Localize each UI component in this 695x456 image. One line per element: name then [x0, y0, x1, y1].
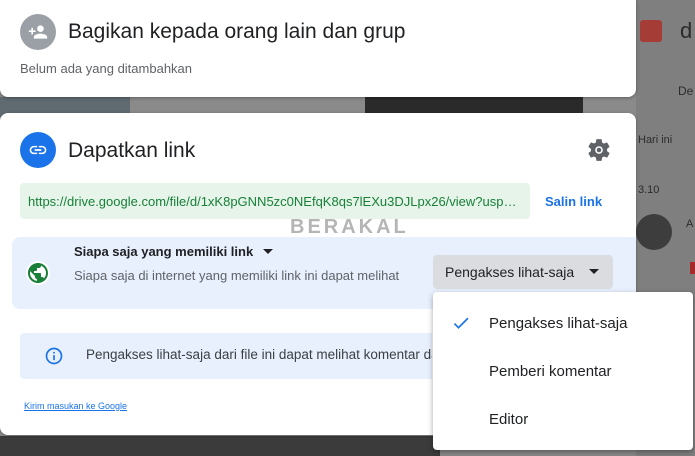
share-subtitle: Belum ada yang ditambahkan — [20, 61, 193, 76]
send-feedback-link[interactable]: Kirim masukan ke Google — [24, 401, 127, 411]
info-banner: Pengakses lihat-saja dari file ini dapat… — [20, 333, 432, 379]
menu-item-editor[interactable]: Editor — [433, 395, 693, 443]
image-file-icon — [640, 20, 662, 42]
background-red-mark — [690, 262, 695, 274]
background-bottom-strip — [0, 436, 440, 456]
copy-link-button[interactable]: Salin link — [545, 194, 602, 209]
link-access-description: Siapa saja di internet yang memiliki lin… — [74, 268, 400, 283]
role-dropdown-button[interactable]: Pengakses lihat-saja — [433, 255, 613, 289]
gear-icon[interactable] — [586, 137, 612, 163]
link-url-text: https://drive.google.com/file/d/1xK8pGNN… — [28, 193, 522, 209]
background-day-label: Hari ini — [638, 134, 673, 146]
background-avatar — [636, 214, 672, 250]
menu-item-label: Editor — [489, 410, 529, 428]
background-initial: A — [686, 218, 694, 230]
role-label: Pengakses lihat-saja — [445, 264, 575, 280]
caret-down-icon — [263, 249, 274, 254]
menu-item-viewer[interactable]: Pengakses lihat-saja — [433, 299, 693, 347]
add-person-icon — [20, 14, 56, 50]
menu-item-commenter[interactable]: Pemberi komentar — [433, 347, 693, 395]
share-title: Bagikan kepada orang lain dan grup — [68, 20, 406, 43]
info-text: Pengakses lihat-saja dari file ini dapat… — [86, 347, 432, 362]
menu-item-label: Pemberi komentar — [489, 362, 612, 380]
get-link-title: Dapatkan link — [68, 139, 196, 162]
link-icon — [20, 132, 56, 168]
role-menu: Pengakses lihat-saja Pemberi komentar Ed… — [433, 292, 693, 450]
globe-icon — [26, 261, 50, 285]
background-column-header: De — [678, 84, 694, 98]
checkmark-icon — [453, 317, 469, 329]
background-date-label: 3.10 — [638, 184, 660, 196]
link-access-dropdown[interactable]: Siapa saja yang memiliki link — [74, 244, 274, 259]
info-icon — [45, 347, 63, 365]
share-people-card[interactable]: Bagikan kepada orang lain dan grup Belum… — [0, 0, 636, 97]
background-title-letter: d — [680, 18, 693, 43]
link-access-label: Siapa saja yang memiliki link — [74, 244, 254, 259]
link-url-field[interactable]: https://drive.google.com/file/d/1xK8pGNN… — [20, 183, 530, 219]
menu-item-label: Pengakses lihat-saja — [489, 314, 628, 332]
caret-down-icon — [589, 269, 599, 274]
watermark: BERAKAL — [290, 216, 409, 238]
